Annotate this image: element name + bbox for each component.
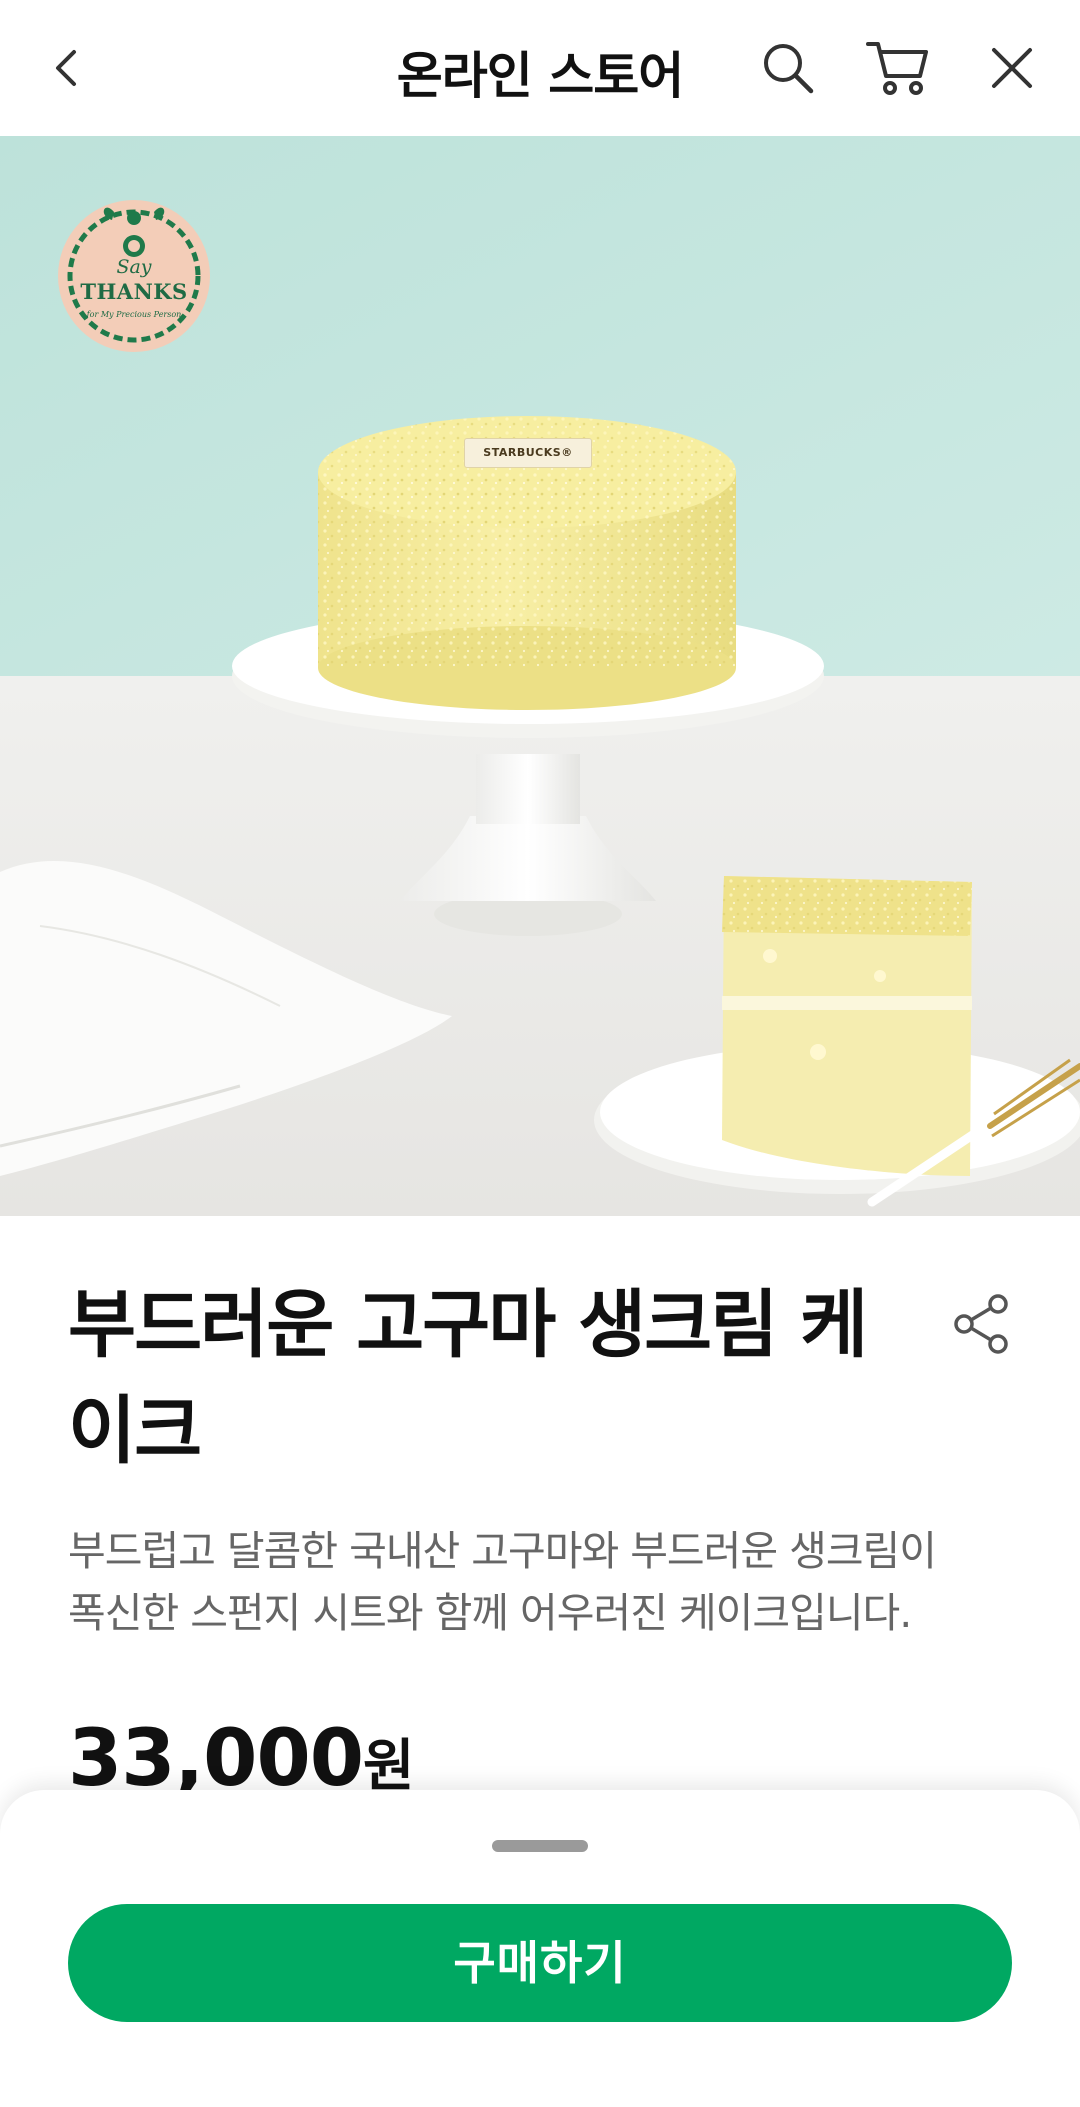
product-name-line-2: 이크 bbox=[68, 1388, 202, 1474]
purchase-bottom-sheet: 구매하기 bbox=[0, 1790, 1080, 2107]
badge-thanks-text: THANKS bbox=[80, 279, 188, 304]
top-app-bar: 온라인 스토어 bbox=[0, 0, 1080, 136]
product-description: 부드럽고 달콤한 국내산 고구마와 부드러운 생크림이 폭신한 스펀지 시트와 … bbox=[68, 1520, 1018, 1644]
close-icon bbox=[992, 48, 1032, 88]
search-button[interactable] bbox=[750, 30, 826, 106]
cart-icon bbox=[866, 42, 928, 95]
sheet-drag-handle[interactable] bbox=[492, 1840, 588, 1852]
product-image: Say THANKS for My Precious Person STARBU… bbox=[0, 136, 1080, 1216]
share-button[interactable] bbox=[944, 1286, 1020, 1362]
cake-brand-plaque: STARBUCKS® bbox=[464, 438, 592, 468]
description-line-2: 폭신한 스펀지 시트와 함께 어우러진 케이크입니다. bbox=[68, 1589, 912, 1637]
say-thanks-badge: Say THANKS for My Precious Person bbox=[52, 190, 216, 354]
share-icon bbox=[954, 1294, 1008, 1354]
search-icon bbox=[764, 44, 814, 94]
product-detail-page: 온라인 스토어 Say THANKS for My Precious Perso… bbox=[0, 0, 1080, 2107]
badge-say-text: Say bbox=[116, 256, 152, 278]
buy-button[interactable]: 구매하기 bbox=[68, 1904, 1012, 2022]
product-name: 부드러운 고구마 생크림 케 이크 bbox=[68, 1272, 888, 1484]
description-line-1: 부드럽고 달콤한 국내산 고구마와 부드러운 생크림이 bbox=[68, 1527, 937, 1575]
badge-subtitle-text: for My Precious Person bbox=[86, 310, 182, 319]
product-name-line-1: 부드러운 고구마 생크림 케 bbox=[68, 1282, 868, 1368]
cart-button[interactable] bbox=[860, 30, 936, 106]
close-button[interactable] bbox=[974, 30, 1050, 106]
